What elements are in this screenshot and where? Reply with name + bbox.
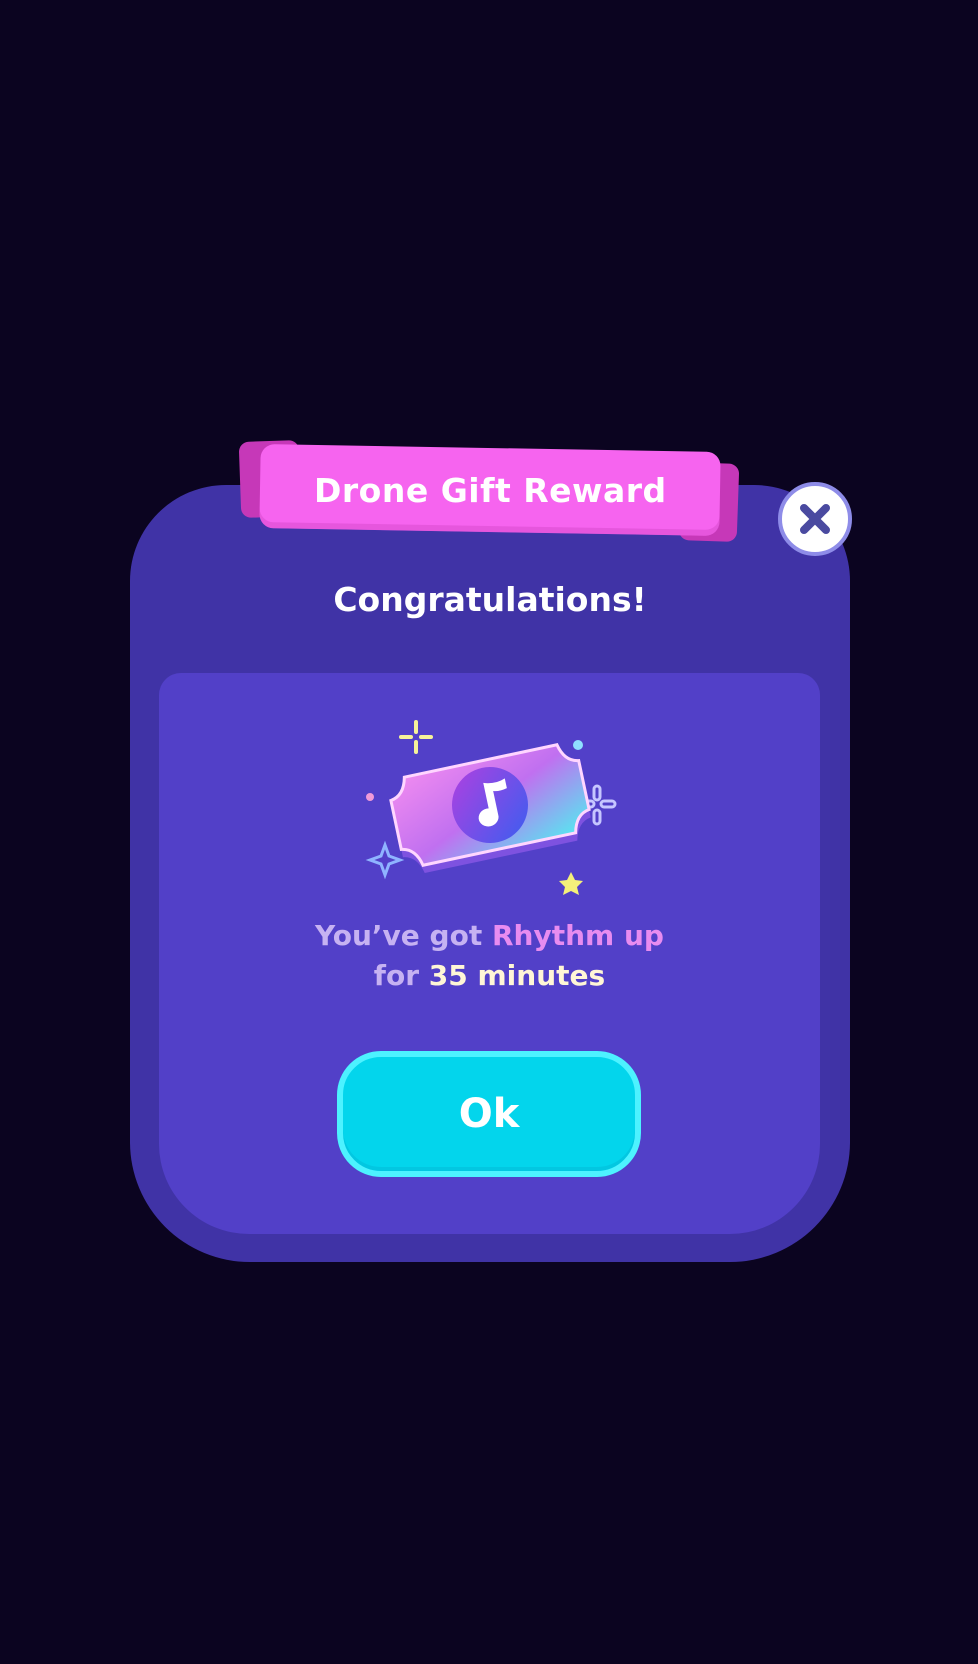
message-for-word: for [373, 959, 420, 992]
reward-message: You’ve got Rhythm up for 35 minutes [159, 916, 820, 996]
title-ribbon: Drone Gift Reward [259, 443, 721, 537]
dialog-title: Drone Gift Reward [313, 470, 667, 510]
screen: Drone Gift Reward Congratulations! You’v… [0, 0, 978, 1664]
reward-message-line-2: for 35 minutes [159, 956, 820, 996]
reward-duration: 35 minutes [428, 959, 606, 992]
close-icon [800, 504, 830, 534]
reward-item-name: Rhythm up [491, 919, 664, 952]
ok-button-label: Ok [458, 1091, 520, 1137]
ok-button[interactable]: Ok [337, 1051, 641, 1177]
music-ticket-icon [365, 720, 617, 895]
congratulations-heading: Congratulations! [333, 580, 647, 619]
message-prefix: You’ve got [315, 919, 483, 952]
sparkle-yellow-top [399, 720, 433, 754]
close-button[interactable] [778, 482, 852, 556]
reward-message-line-1: You’ve got Rhythm up [159, 916, 820, 956]
